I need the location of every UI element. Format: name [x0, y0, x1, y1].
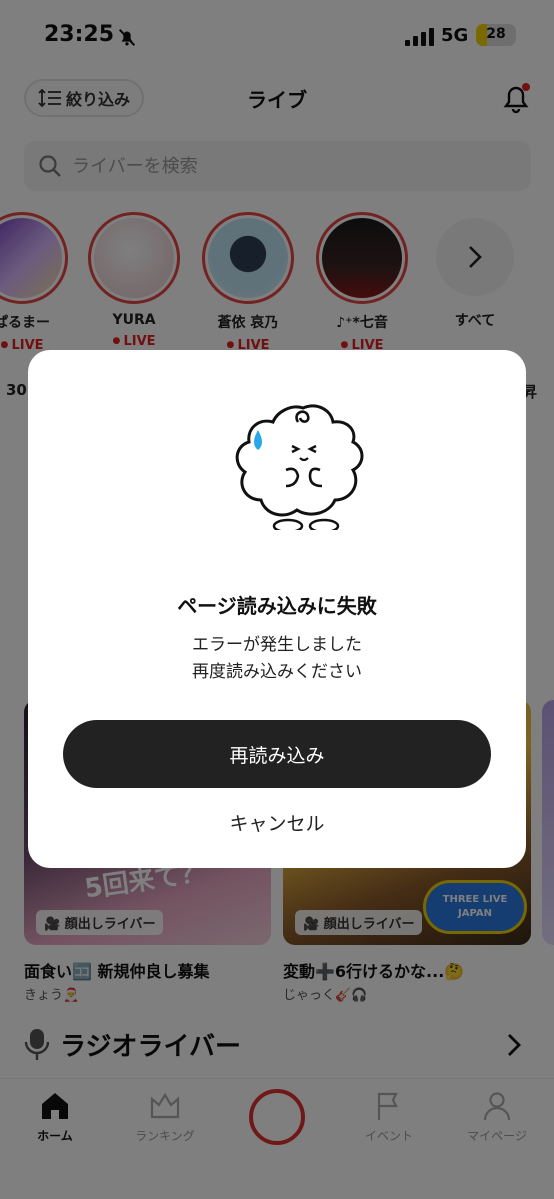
dialog-message: エラーが発生しました 再度読み込みください — [28, 632, 526, 686]
sweating-sheep-mascot-icon — [235, 404, 364, 530]
reload-button[interactable]: 再読み込み — [63, 720, 491, 788]
dialog-message-line: 再度読み込みください — [192, 662, 362, 682]
dialog-message-line: エラーが発生しました — [192, 635, 362, 655]
error-dialog: ページ読み込みに失敗 エラーが発生しました 再度読み込みください 再読み込み キ… — [28, 350, 526, 868]
cancel-button[interactable]: キャンセル — [177, 802, 377, 842]
dialog-title: ページ読み込みに失敗 — [177, 594, 377, 618]
